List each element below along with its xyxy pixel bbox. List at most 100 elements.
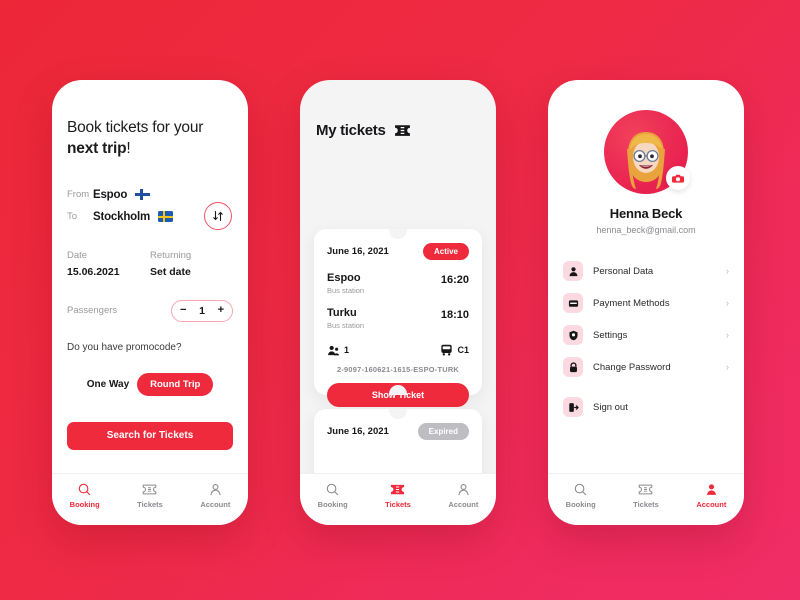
date-value: 15.06.2021	[67, 265, 120, 278]
ticket-origin: Espoo Bus station 16:20	[327, 272, 469, 295]
heading-line-2: next trip!	[67, 139, 233, 160]
status-badge: Expired	[417, 423, 469, 440]
tab-account-label: Account	[448, 500, 479, 509]
phone-account-screen: Henna Beck henna_beck@gmail.com Personal…	[548, 80, 744, 525]
user-email: henna_beck@gmail.com	[596, 225, 696, 235]
ticket-icon	[639, 484, 653, 495]
menu-item-change-password[interactable]: Change Password ›	[563, 351, 729, 383]
status-badge: Active	[422, 243, 469, 260]
tab-tickets-label: Tickets	[633, 500, 659, 509]
tab-tickets-label: Tickets	[137, 500, 163, 509]
from-label: From	[67, 189, 90, 201]
route-from-row[interactable]: From Espoo	[67, 184, 233, 206]
ticket-icon	[394, 125, 410, 136]
search-icon	[574, 483, 587, 496]
menu-item-sign-out[interactable]: Sign out	[563, 391, 729, 423]
bus-icon	[441, 344, 453, 356]
ticket-date: June 16, 2021	[327, 426, 389, 437]
tab-account-label: Account	[200, 500, 231, 509]
passengers-label: Passengers	[67, 305, 118, 317]
round-trip-option[interactable]: Round Trip	[137, 372, 214, 396]
tab-tickets[interactable]: Tickets	[365, 483, 430, 509]
camera-icon	[672, 174, 684, 183]
tab-booking[interactable]: Booking	[300, 483, 365, 509]
destination-block: Turku Bus station	[327, 307, 364, 330]
date-return[interactable]: Returning Set date	[150, 250, 233, 278]
menu-item-label: Settings	[593, 329, 628, 341]
signout-icon	[563, 397, 583, 417]
tab-tickets[interactable]: Tickets	[613, 483, 678, 509]
swap-vertical-icon	[213, 210, 223, 222]
trip-type-toggle: One Way Round Trip	[67, 372, 233, 396]
heading-bold: next trip	[67, 139, 127, 157]
bottom-tabbar: Booking Tickets Account	[52, 473, 248, 525]
one-way-option[interactable]: One Way	[87, 379, 129, 390]
date-depart[interactable]: Date 15.06.2021	[67, 250, 150, 278]
menu-item-personal-data[interactable]: Personal Data ›	[563, 255, 729, 287]
tab-account-label: Account	[696, 500, 727, 509]
ticket-code: 2-9097-160621-1615-ESPO-TURK	[336, 365, 460, 374]
passengers-decrement-button[interactable]: −	[180, 305, 186, 316]
search-icon	[326, 483, 339, 496]
flag-sweden-icon	[158, 211, 173, 223]
menu-item-label: Sign out	[593, 401, 628, 413]
destination-sub: Bus station	[327, 321, 365, 330]
promocode-link[interactable]: Do you have promocode?	[67, 342, 233, 353]
search-tickets-button[interactable]: Search for Tickets	[67, 421, 233, 450]
user-name: Henna Beck	[609, 206, 683, 221]
flag-finland-icon	[135, 189, 151, 201]
passengers-increment-button[interactable]: +	[218, 305, 224, 316]
tab-booking-label: Booking	[565, 500, 596, 509]
ticket-icon	[143, 484, 157, 495]
background-gradient: Book tickets for your next trip! From Es…	[0, 0, 800, 600]
shield-icon	[563, 325, 583, 345]
tab-account[interactable]: Account	[679, 483, 744, 509]
tab-tickets-label: Tickets	[385, 500, 411, 509]
person-icon	[563, 261, 583, 281]
chevron-right-icon: ›	[726, 266, 729, 276]
bus-info: C1	[440, 344, 469, 356]
heading-line-1: Book tickets for your	[67, 119, 204, 136]
origin-time: 16:20	[440, 274, 469, 286]
tab-account[interactable]: Account	[431, 483, 496, 509]
tab-booking[interactable]: Booking	[52, 483, 117, 509]
account-content: Henna Beck henna_beck@gmail.com Personal…	[548, 80, 744, 423]
chevron-right-icon: ›	[726, 298, 729, 308]
passengers-count: 1	[199, 304, 205, 317]
person-icon	[210, 484, 221, 496]
bottom-tabbar: Booking Tickets Account	[548, 473, 744, 525]
menu-item-settings[interactable]: Settings ›	[563, 319, 729, 351]
avatar[interactable]	[604, 110, 690, 194]
tickets-screen: My tickets June 16, 2021 Active Espoo Bu…	[300, 80, 496, 525]
tab-booking[interactable]: Booking	[548, 483, 613, 509]
tab-account[interactable]: Account	[183, 483, 248, 509]
ticket-header: June 16, 2021 Active	[327, 243, 469, 260]
to-city: Stockholm	[93, 210, 150, 223]
returning-label: Returning	[150, 249, 192, 261]
from-city: Espoo	[93, 188, 128, 201]
chevron-right-icon: ›	[726, 362, 729, 372]
ticket-icon	[391, 484, 405, 495]
ticket-card-active[interactable]: June 16, 2021 Active Espoo Bus station 1…	[314, 229, 482, 407]
heading-rest: !	[126, 139, 131, 157]
page-title: My tickets	[316, 122, 386, 139]
menu-item-payment-methods[interactable]: Payment Methods ›	[563, 287, 729, 319]
person-icon	[706, 484, 716, 495]
chevron-right-icon: ›	[726, 330, 729, 340]
change-photo-button[interactable]	[666, 166, 690, 190]
swap-cities-button[interactable]	[204, 202, 232, 230]
tickets-header: My tickets	[300, 80, 496, 139]
quantity-stepper[interactable]: − 1 +	[171, 299, 233, 322]
bus-code: C1	[457, 345, 469, 355]
wallet-icon	[563, 293, 583, 313]
user-avatar	[627, 132, 665, 189]
returning-value: Set date	[150, 265, 191, 278]
tab-tickets[interactable]: Tickets	[117, 483, 182, 509]
person-icon	[458, 484, 469, 496]
passengers-section: Passengers − 1 +	[67, 299, 233, 322]
account-screen: Henna Beck henna_beck@gmail.com Personal…	[548, 80, 744, 525]
search-icon	[78, 483, 91, 496]
menu-item-label: Payment Methods	[593, 297, 670, 309]
origin-city: Espoo	[327, 272, 361, 284]
phone-tickets-screen: My tickets June 16, 2021 Active Espoo Bu…	[300, 80, 496, 525]
